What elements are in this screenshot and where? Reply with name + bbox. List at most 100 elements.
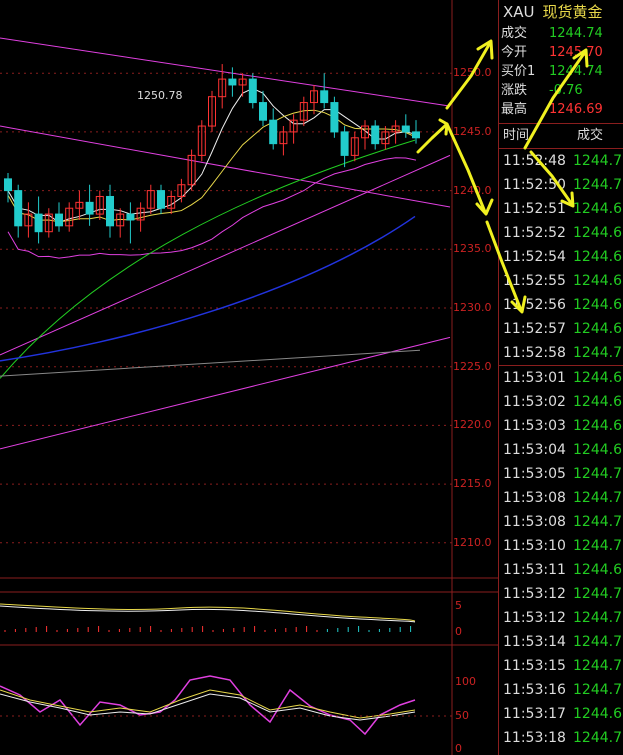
tick-header-time: 时间 [503, 128, 530, 143]
kline-svg[interactable] [0, 0, 498, 755]
tick-price: 1244.6 [573, 442, 622, 458]
quote-row: 涨跌 -0.76 [499, 81, 623, 100]
tick-row[interactable]: 11:53:16 1244.7 [499, 678, 623, 702]
osc1-line-white [0, 605, 416, 623]
tick-price: 1244.7 [573, 586, 622, 602]
tick-row[interactable]: 11:52:50 1244.7 [499, 173, 623, 197]
quote-value: 1244.74 [549, 26, 603, 41]
tick-time: 11:53:08 [503, 514, 566, 530]
candle-down [269, 119, 278, 145]
tick-row[interactable]: 11:53:18 1244.7 [499, 726, 623, 750]
trendline-support-2 [0, 336, 451, 450]
candle-down [4, 178, 12, 192]
tick-price: 1244.7 [573, 177, 622, 193]
tick-header: 时间 成交 [499, 123, 623, 149]
tick-time: 11:53:01 [503, 370, 566, 386]
tick-row[interactable]: 11:53:08 1244.7 [499, 486, 623, 510]
tick-row[interactable]: 11:53:17 1244.6 [499, 702, 623, 726]
tick-header-deal: 成交 [577, 128, 604, 143]
price-tick-label: 1245.0 [453, 124, 492, 138]
tick-price: 1244.6 [573, 706, 622, 722]
osc1-tick-label: 5 [455, 599, 462, 612]
tick-time: 11:53:02 [503, 394, 566, 410]
tick-time: 11:53:11 [503, 562, 566, 578]
tick-time: 11:52:55 [503, 273, 566, 289]
tick-row[interactable]: 11:53:11 1244.6 [499, 558, 623, 582]
symbol-code: XAU [503, 3, 535, 21]
osc1-tick-label: 0 [455, 625, 462, 638]
tick-row[interactable]: 11:52:58 1244.7 [499, 341, 623, 365]
candle-down [14, 190, 23, 227]
candle-down [34, 213, 43, 233]
tick-row[interactable]: 11:53:01 1244.6 [499, 365, 623, 390]
tick-row[interactable]: 11:53:14 1244.7 [499, 630, 623, 654]
candle-down [401, 125, 410, 133]
tick-time: 11:53:08 [503, 490, 566, 506]
tick-row[interactable]: 11:52:51 1244.6 [499, 197, 623, 221]
candle-down [371, 125, 380, 145]
candle-down [126, 213, 135, 221]
tick-price: 1244.7 [573, 345, 622, 361]
tick-row[interactable]: 11:52:48 1244.7 [499, 149, 623, 173]
tick-price: 1244.7 [573, 730, 622, 746]
candle-down [106, 195, 114, 227]
quote-value: 1245.70 [549, 45, 603, 60]
tick-row[interactable]: 11:53:02 1244.6 [499, 390, 623, 414]
tick-list[interactable]: 11:52:48 1244.7 11:52:50 1244.7 11:52:51 1244… [499, 149, 623, 750]
tick-price: 1244.6 [573, 201, 622, 217]
tick-price: 1244.6 [573, 297, 622, 313]
quote-row: 最高 1246.69 [499, 100, 623, 119]
candle-down [157, 190, 165, 209]
tick-row[interactable]: 11:53:05 1244.7 [499, 462, 623, 486]
quote-label: 成交 [501, 26, 528, 41]
tick-price: 1244.6 [573, 249, 622, 265]
tick-row[interactable]: 11:53:03 1244.6 [499, 414, 623, 438]
quote-label: 涨跌 [501, 83, 528, 98]
tick-row[interactable]: 11:52:57 1244.6 [499, 317, 623, 341]
tick-time: 11:53:12 [503, 586, 566, 602]
trendline-support-1 [0, 154, 451, 356]
price-tick-label: 1235.0 [453, 242, 492, 256]
quote-row: 成交 1244.74 [499, 24, 623, 43]
candle-down [412, 131, 420, 139]
candle-down [330, 102, 339, 133]
tick-row[interactable]: 11:52:55 1244.6 [499, 269, 623, 293]
osc2-line-magenta [0, 675, 416, 736]
tick-time: 11:52:54 [503, 249, 566, 265]
kline-chart[interactable]: 1250.78 1250.0 1245.0 1240.0 1235.0 1230.0 12… [0, 0, 498, 755]
tick-row[interactable]: 11:52:52 1244.6 [499, 221, 623, 245]
tick-row[interactable]: 11:52:54 1244.6 [499, 245, 623, 269]
quote-row: 买价1 1244.74 [499, 62, 623, 81]
symbol-name: 现货黄金 [542, 3, 603, 21]
tick-price: 1244.7 [573, 153, 622, 169]
tick-price: 1244.7 [573, 610, 622, 626]
tick-row[interactable]: 11:53:15 1244.7 [499, 654, 623, 678]
tick-row[interactable]: 11:53:10 1244.7 [499, 534, 623, 558]
tick-row[interactable]: 11:53:08 1244.7 [499, 510, 623, 534]
tick-price: 1244.6 [573, 562, 622, 578]
osc2-tick-label: 0 [455, 742, 462, 755]
osc2-tick-label: 100 [455, 675, 476, 688]
tick-price: 1244.7 [573, 538, 622, 554]
tick-price: 1244.7 [573, 634, 622, 650]
tick-time: 11:52:48 [503, 153, 566, 169]
trendline-upper [0, 37, 451, 107]
tick-time: 11:53:17 [503, 706, 566, 722]
tick-time: 11:52:57 [503, 321, 566, 337]
tick-row[interactable]: 11:52:56 1244.6 [499, 293, 623, 317]
tick-price: 1244.6 [573, 394, 622, 410]
quote-row: 今开 1245.70 [499, 43, 623, 62]
tick-time: 11:52:50 [503, 177, 566, 193]
quote-value: 1244.74 [549, 64, 603, 79]
price-tick-label: 1210.0 [453, 535, 492, 549]
candle-down [340, 131, 349, 156]
quote-value: -0.76 [549, 83, 583, 98]
candle-down [248, 78, 257, 104]
tick-row[interactable]: 11:53:12 1244.7 [499, 582, 623, 606]
ma-line-blue [0, 215, 416, 362]
tick-row[interactable]: 11:53:04 1244.6 [499, 438, 623, 462]
tick-row[interactable]: 11:53:12 1244.7 [499, 606, 623, 630]
tick-price: 1244.7 [573, 682, 622, 698]
tick-price: 1244.7 [573, 514, 622, 530]
candle-down [55, 213, 63, 227]
